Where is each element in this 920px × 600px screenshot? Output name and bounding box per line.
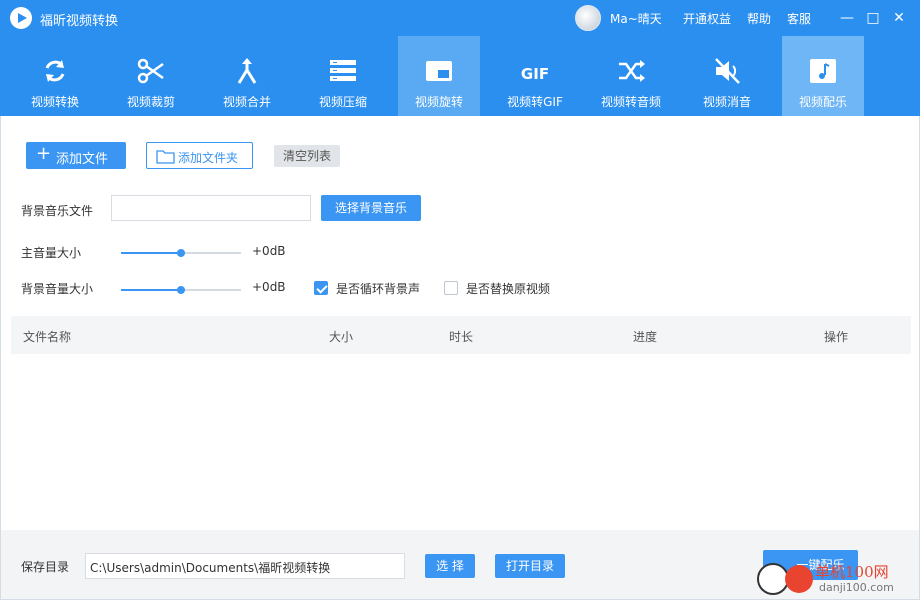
slider-fill [121, 289, 181, 291]
tool-label: 视频裁剪 [126, 95, 175, 109]
app-title: 福昕视频转换 [40, 14, 119, 29]
main-volume-slider[interactable] [121, 249, 241, 257]
bgm-file-label: 背景音乐文件 [21, 204, 94, 218]
choose-dir-button[interactable]: 选 择 [425, 554, 475, 578]
title-bar: 福昕视频转换 Ma~晴天 开通权益 帮助 客服 — □ ✕ [0, 0, 920, 36]
tool-label: 视频旋转 [414, 95, 463, 109]
tool-video-mute[interactable]: 视频消音 [686, 36, 768, 116]
merge-icon [237, 58, 257, 84]
rotate-icon [426, 61, 452, 81]
watermark-circle-icon [785, 565, 813, 593]
loop-bgm-label: 是否循环背景声 [336, 282, 421, 296]
add-folder-button[interactable]: 添加文件夹 [146, 142, 253, 169]
add-folder-label: 添加文件夹 [178, 151, 239, 165]
tool-video-to-gif[interactable]: GIF 视频转GIF [494, 36, 576, 116]
watermark-logo: 单机100网 danji100.com [757, 561, 917, 597]
tool-label: 视频配乐 [798, 95, 847, 109]
scissors-icon [137, 58, 164, 84]
slider-handle[interactable] [177, 286, 185, 294]
tool-video-to-audio[interactable]: 视频转音频 [590, 36, 672, 116]
column-header-size: 大小 [329, 330, 354, 344]
main-volume-label: 主音量大小 [21, 246, 82, 260]
column-header-filename: 文件名称 [23, 330, 72, 344]
column-header-duration: 时长 [449, 330, 474, 344]
tool-label: 视频转音频 [600, 95, 661, 109]
plus-icon: + [36, 143, 52, 164]
clear-list-button[interactable]: 清空列表 [274, 145, 340, 167]
avatar[interactable] [575, 5, 601, 31]
music-icon [810, 59, 836, 83]
replace-original-label: 是否替换原视频 [466, 282, 551, 296]
tool-video-trim[interactable]: 视频裁剪 [110, 36, 192, 116]
bg-volume-value: +0dB [252, 280, 286, 294]
service-link[interactable]: 客服 [787, 10, 811, 27]
main-volume-value: +0dB [252, 244, 286, 258]
compress-icon [330, 60, 356, 81]
close-button[interactable]: ✕ [889, 8, 909, 28]
svg-text:GIF: GIF [521, 65, 549, 83]
username[interactable]: Ma~晴天 [610, 10, 662, 27]
convert-icon [45, 60, 65, 82]
vip-link[interactable]: 开通权益 [683, 10, 731, 27]
save-dir-label: 保存目录 [21, 560, 70, 574]
bg-volume-label: 背景音量大小 [21, 282, 94, 296]
tool-video-compress[interactable]: 视频压缩 [302, 36, 384, 116]
tool-video-music[interactable]: 视频配乐 [782, 36, 864, 116]
tool-label: 视频合并 [222, 95, 271, 109]
replace-original-checkbox[interactable] [444, 281, 458, 295]
column-header-actions: 操作 [824, 330, 849, 344]
file-table-body [11, 354, 911, 530]
save-path-field[interactable]: C:\Users\admin\Documents\福昕视频转换 [85, 553, 405, 579]
select-bgm-button[interactable]: 选择背景音乐 [321, 195, 421, 221]
column-header-progress: 进度 [633, 330, 658, 344]
tool-label: 视频转换 [30, 95, 79, 109]
footer-bar: 保存目录 C:\Users\admin\Documents\福昕视频转换 选 择… [0, 530, 920, 600]
slider-handle[interactable] [177, 249, 185, 257]
tool-label: 视频消音 [702, 95, 751, 109]
add-file-label: 添加文件 [56, 152, 109, 167]
minimize-button[interactable]: — [837, 8, 857, 28]
help-link[interactable]: 帮助 [747, 10, 771, 27]
bgm-file-field[interactable] [111, 195, 311, 221]
function-toolbar: 视频转换 视频裁剪 视频合并 视频压缩 视频旋转 GIF 视频转GIF 视频转音… [0, 36, 920, 116]
tool-video-convert[interactable]: 视频转换 [14, 36, 96, 116]
slider-fill [121, 252, 181, 254]
watermark-text: 单机100网 [815, 563, 889, 581]
mute-icon [715, 58, 740, 84]
watermark-url: danji100.com [819, 581, 894, 594]
main-panel: + 添加文件 添加文件夹 清空列表 背景音乐文件 选择背景音乐 主音量大小 +0… [0, 116, 920, 530]
tool-label: 视频压缩 [318, 95, 367, 109]
folder-icon [156, 150, 175, 164]
gif-icon: GIF [521, 65, 549, 83]
maximize-button[interactable]: □ [863, 8, 883, 28]
bg-volume-slider[interactable] [121, 286, 241, 294]
loop-bgm-checkbox[interactable] [314, 281, 328, 295]
tool-video-merge[interactable]: 视频合并 [206, 36, 288, 116]
file-table-header: 文件名称 大小 时长 进度 操作 [11, 316, 911, 354]
add-file-button[interactable]: + 添加文件 [26, 142, 126, 169]
tool-label: 视频转GIF [507, 95, 563, 109]
shuffle-icon [619, 60, 645, 82]
open-dir-button[interactable]: 打开目录 [495, 554, 565, 578]
app-logo-icon [10, 7, 32, 29]
tool-video-rotate[interactable]: 视频旋转 [398, 36, 480, 116]
